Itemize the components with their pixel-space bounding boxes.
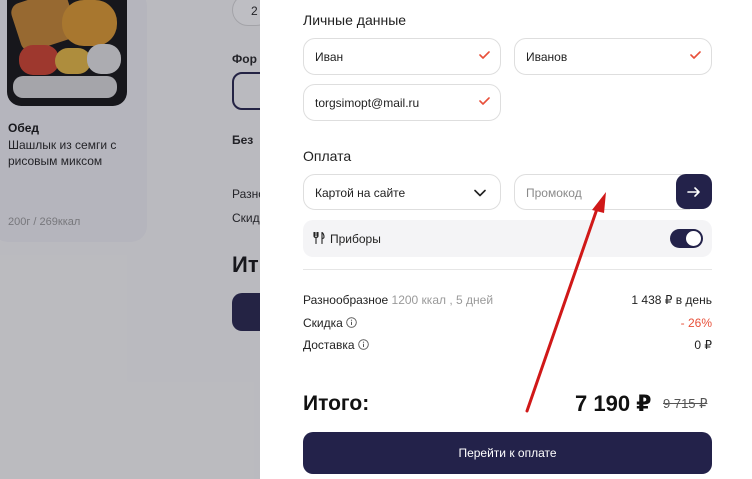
cutlery-toggle[interactable] bbox=[670, 229, 703, 248]
promo-code-placeholder: Промокод bbox=[526, 186, 582, 200]
divider bbox=[303, 269, 712, 270]
last-name-value: Иванов bbox=[526, 50, 568, 64]
promo-apply-button[interactable] bbox=[676, 174, 712, 209]
toggle-knob bbox=[686, 231, 701, 246]
plan-name: Разнообразное bbox=[303, 293, 389, 307]
total-label: Итого: bbox=[303, 392, 370, 415]
summary-delivery-row: Доставка 0 ₽ bbox=[303, 338, 712, 354]
check-icon bbox=[479, 97, 490, 105]
personal-data-title: Личные данные bbox=[303, 12, 407, 28]
first-name-value: Иван bbox=[315, 50, 344, 64]
total-price: 7 190 ₽ bbox=[575, 391, 652, 416]
arrow-right-icon bbox=[687, 187, 700, 197]
summary-plan-row: Разнообразное 1200 ккал , 5 дней 1 438 ₽… bbox=[303, 293, 712, 309]
first-name-field[interactable]: Иван bbox=[303, 38, 501, 75]
cutlery-label: Приборы bbox=[330, 232, 381, 246]
discount-value: - 26% bbox=[680, 316, 712, 330]
email-value: torgsimopt@mail.ru bbox=[315, 96, 420, 110]
info-icon[interactable] bbox=[357, 339, 369, 350]
summary-discount-row: Скидка - 26% bbox=[303, 316, 712, 332]
old-price: 9 715 ₽ bbox=[663, 396, 708, 411]
check-icon bbox=[479, 51, 490, 59]
info-icon[interactable] bbox=[346, 317, 357, 328]
delivery-value: 0 ₽ bbox=[694, 338, 712, 352]
last-name-field[interactable]: Иванов bbox=[514, 38, 712, 75]
proceed-to-payment-button[interactable]: Перейти к оплате bbox=[303, 432, 712, 474]
chevron-down-icon bbox=[474, 189, 486, 197]
cutlery-icon bbox=[313, 232, 325, 244]
payment-method-select[interactable]: Картой на сайте bbox=[303, 174, 501, 210]
plan-price: 1 438 ₽ в день bbox=[631, 293, 712, 307]
checkout-drawer: Личные данные Иван Иванов torgsimopt@mai… bbox=[260, 0, 752, 479]
promo-code-input[interactable]: Промокод bbox=[514, 174, 690, 210]
discount-label: Скидка bbox=[303, 316, 343, 330]
payment-method-value: Картой на сайте bbox=[315, 186, 406, 200]
check-icon bbox=[690, 51, 701, 59]
email-field[interactable]: torgsimopt@mail.ru bbox=[303, 84, 501, 121]
delivery-label: Доставка bbox=[303, 338, 355, 352]
payment-title: Оплата bbox=[303, 148, 352, 164]
cutlery-row[interactable]: Приборы bbox=[303, 220, 712, 257]
plan-details: 1200 ккал , 5 дней bbox=[391, 293, 494, 307]
